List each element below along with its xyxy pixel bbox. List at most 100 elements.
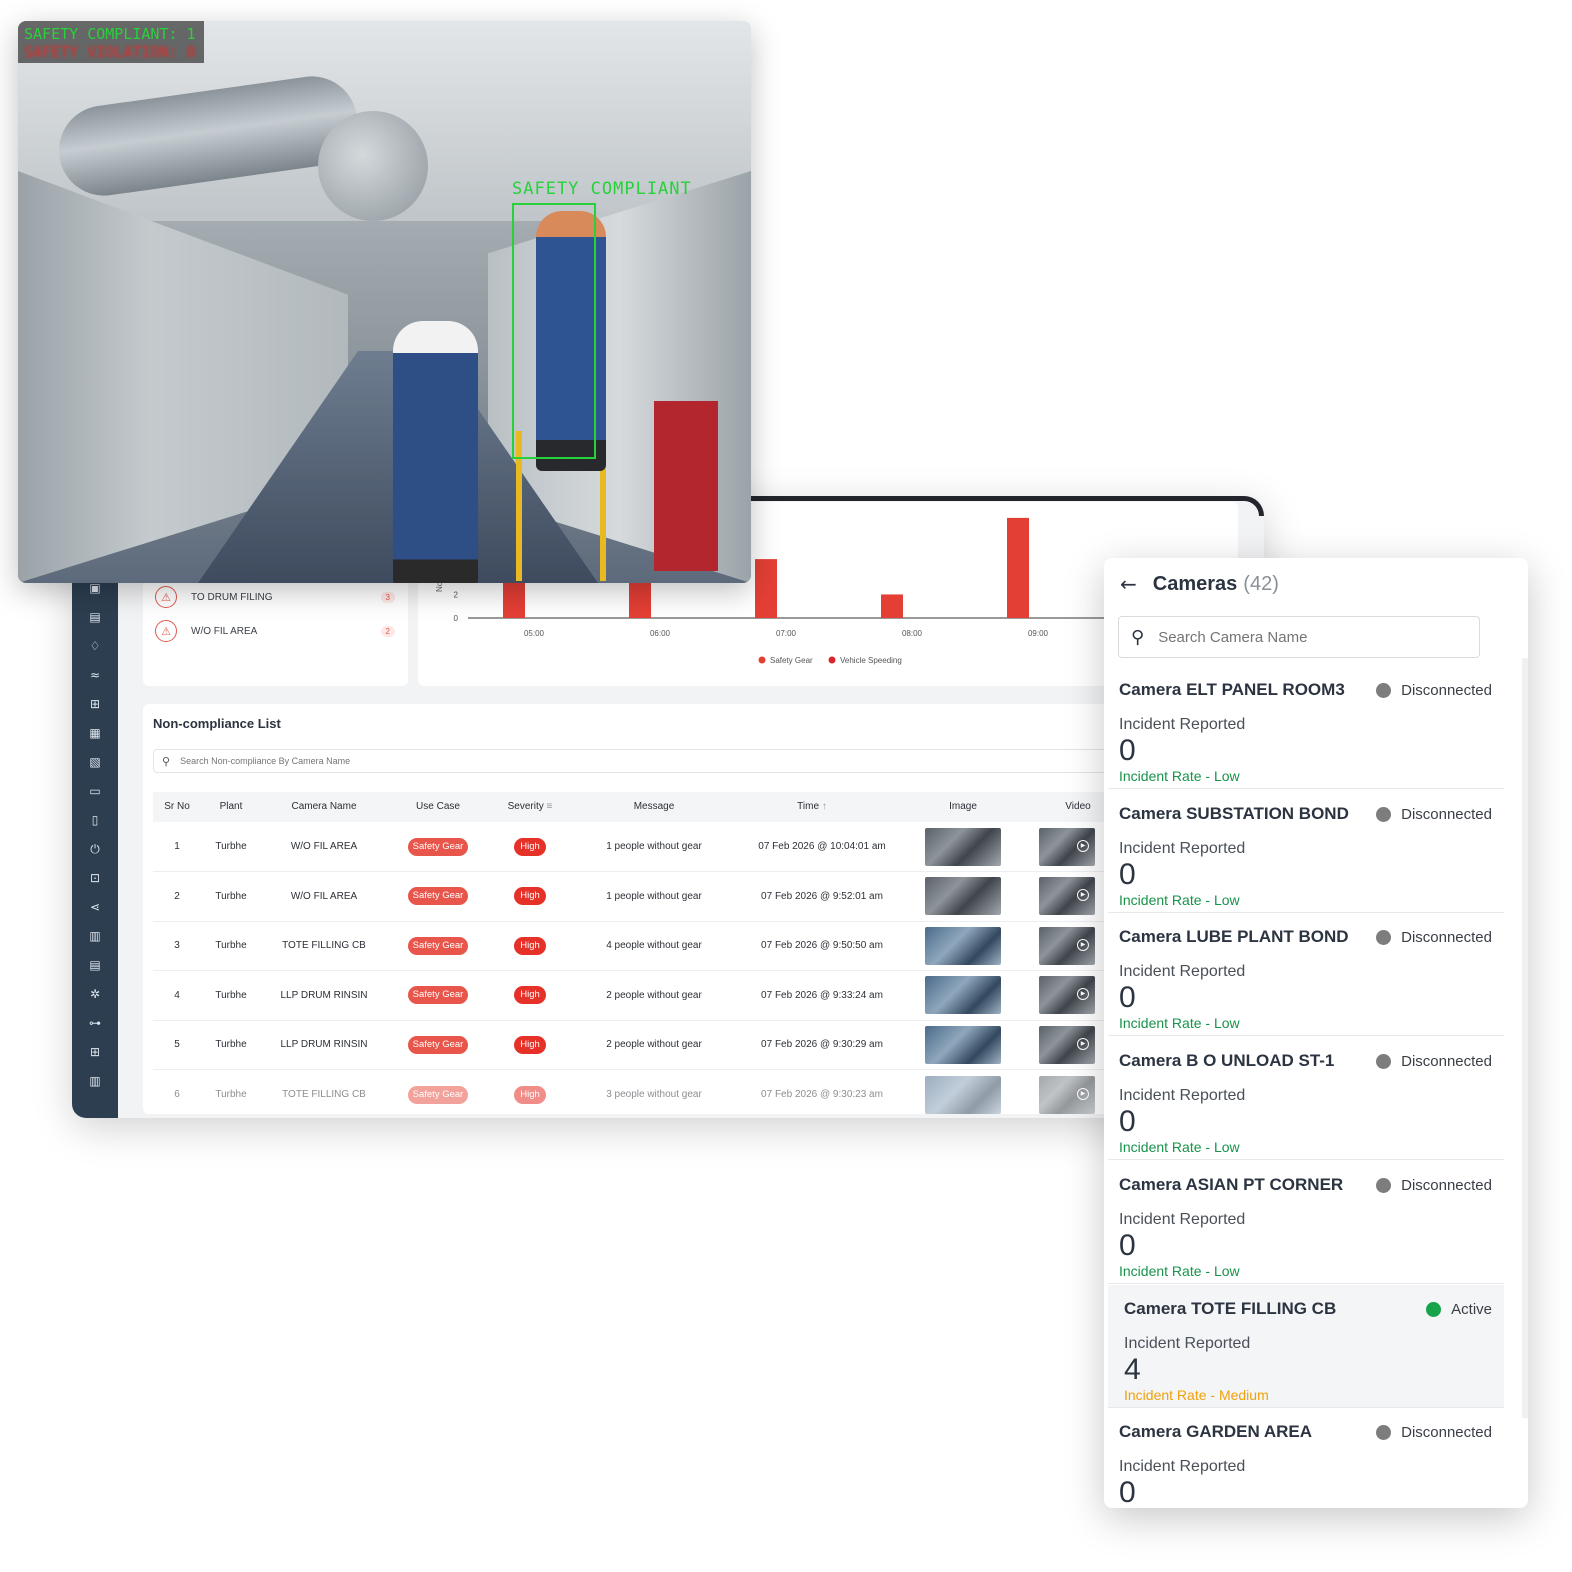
x-tick-label: 08:00 [902, 629, 923, 638]
violation-video-thumbnail[interactable]: ▶ [1039, 877, 1095, 916]
cell-time: 07 Feb 2026 @ 9:52:01 am [761, 890, 883, 902]
use-case-badge: Safety Gear [407, 887, 469, 906]
violation-image-thumbnail[interactable] [925, 976, 1001, 1015]
violation-video-thumbnail[interactable]: ▶ [1039, 1025, 1095, 1064]
cell-plant: Turbhe [215, 1039, 247, 1051]
camera-list-item[interactable]: Camera LUBE PLANT BOND Disconnected Incide… [1108, 913, 1504, 1037]
image-icon[interactable]: ▦ [87, 725, 104, 742]
bell-icon[interactable]: ♢ [87, 638, 104, 655]
violation-video-thumbnail[interactable]: ▶ [1039, 926, 1095, 965]
clipboard-icon[interactable]: ▤ [87, 957, 104, 974]
play-icon[interactable]: ▶ [1077, 988, 1089, 1001]
message-icon[interactable]: ▤ [87, 609, 104, 626]
severity-badge: High [514, 936, 546, 955]
trend-icon[interactable]: ≈ [87, 667, 104, 684]
analytics-icon[interactable]: ▥ [87, 1073, 104, 1090]
violation-image-thumbnail[interactable] [925, 1025, 1001, 1064]
monitor-icon[interactable]: ▭ [87, 783, 104, 800]
col-camera-name[interactable]: Camera Name [261, 792, 387, 822]
scrollbar[interactable] [1522, 658, 1528, 1418]
filter-icon[interactable]: ≡ [547, 801, 553, 812]
cell-use-case: Safety Gear [387, 822, 489, 871]
legend-label: Vehicle Speeding [840, 656, 902, 665]
live-camera-feed[interactable]: SAFETY COMPLIANT SAFETY COMPLIANT: 1 SAF… [18, 21, 751, 583]
violation-video-thumbnail[interactable]: ▶ [1039, 827, 1095, 866]
col-severity[interactable]: Severity ≡ [489, 792, 571, 822]
col-image[interactable]: Image [913, 792, 1013, 822]
cell-sr-no: 1 [174, 841, 180, 852]
camera-list-item[interactable]: Camera ASIAN PT CORNER Disconnected Incide… [1108, 1161, 1504, 1284]
col-severity-label: Severity [507, 801, 544, 812]
bar [1007, 517, 1029, 618]
violation-image-thumbnail[interactable] [925, 1075, 1001, 1114]
cameras-title: Cameras [1152, 572, 1238, 595]
back-arrow-icon[interactable]: ← [1120, 572, 1137, 596]
dashboard-icon[interactable]: ⊞ [87, 1044, 104, 1061]
cell-use-case: Safety Gear [387, 1070, 489, 1118]
camera-list-item[interactable]: Camera GARDEN AREA Disconnected Incident R… [1108, 1408, 1504, 1508]
cell-plant: Turbhe [215, 1089, 247, 1100]
violation-image-thumbnail[interactable] [925, 926, 1001, 965]
camera-list-item[interactable]: Camera ELT PANEL ROOM3 Disconnected Incide… [1108, 666, 1504, 789]
cell-sr-no: 4 [174, 989, 180, 1001]
play-icon[interactable]: ▶ [1077, 938, 1089, 951]
cell-message: 4 people without gear [606, 940, 702, 952]
camera-list-item[interactable]: Camera B O UNLOAD ST-1 Disconnected Incide… [1108, 1037, 1504, 1161]
gallery-icon[interactable]: ▧ [87, 754, 104, 771]
play-icon[interactable]: ▶ [1077, 839, 1089, 852]
table-row[interactable]: 5 Turbhe LLP DRUM RINSIN Safety Gear High 2 p… [153, 1020, 1243, 1071]
sort-up-icon[interactable]: ↑ [822, 801, 827, 812]
col-use-case[interactable]: Use Case [387, 792, 489, 822]
table-row[interactable]: 3 Turbhe TOTE FILLING CB Safety Gear High 4 p… [153, 921, 1243, 972]
settings-icon[interactable]: ✲ [87, 986, 104, 1003]
incident-count: 0 [1119, 1476, 1136, 1508]
violation-image-thumbnail[interactable] [925, 827, 1001, 866]
hierarchy-icon[interactable]: ⊶ [87, 1015, 104, 1032]
cell-plant: Turbhe [215, 890, 247, 902]
camera-status-label: Active [1451, 1300, 1492, 1318]
incident-count: 4 [1124, 1352, 1141, 1386]
table-row[interactable]: 2 Turbhe W/O FIL AREA Safety Gear High 1 peop… [153, 872, 1243, 922]
col-message[interactable]: Message [571, 792, 737, 822]
camera-list-item[interactable]: Camera TOTE FILLING CB Active Incident Rep… [1108, 1284, 1504, 1408]
camera-search[interactable]: ⚲ [1118, 616, 1480, 658]
share-icon[interactable]: ⋖ [87, 899, 104, 916]
incident-label: Incident Reported [1119, 963, 1246, 981]
location-alert-icon: ⚠ [155, 620, 177, 642]
play-icon[interactable]: ▶ [1077, 889, 1089, 902]
location-name: W/O FIL AREA [191, 625, 258, 637]
plug-icon[interactable]: ⏻ [87, 841, 104, 858]
incident-count: 0 [1119, 1105, 1136, 1139]
apps-icon[interactable]: ⊡ [87, 870, 104, 887]
location-item[interactable]: ⚠ TO DRUM FILING 3 [155, 586, 395, 608]
grid-icon[interactable]: ⊞ [87, 696, 104, 713]
noncompliance-search[interactable]: ⚲ [153, 749, 1233, 773]
report-icon[interactable]: ▥ [87, 928, 104, 945]
bar [629, 582, 651, 618]
incident-label: Incident Reported [1124, 1334, 1251, 1352]
dashboard-window: ▣ ▤ ♢ ≈ ⊞ ▦ ▧ ▭ ▯ ⏻ ⊡ ⋖ ▥ ▤ ✲ ⊶ ⊞ ▥ ⚠ TO… [72, 496, 1264, 1118]
camera-status-label: Disconnected [1401, 1053, 1492, 1071]
col-sr-no[interactable]: Sr No [153, 792, 201, 822]
violation-video-thumbnail[interactable]: ▶ [1039, 976, 1095, 1015]
violation-video-thumbnail[interactable]: ▶ [1039, 1075, 1095, 1114]
location-item[interactable]: ⚠ W/O FIL AREA 2 [155, 620, 395, 642]
document-icon[interactable]: ▯ [87, 812, 104, 829]
table-row[interactable]: 6 Turbhe TOTE FILLING CB Safety Gear High 3 p… [153, 1070, 1243, 1118]
camera-list-item[interactable]: Camera SUBSTATION BOND Disconnected Incide… [1108, 790, 1504, 913]
bar [503, 582, 525, 618]
noncompliance-search-input[interactable] [178, 755, 1146, 767]
col-time[interactable]: Time ↑ [737, 792, 887, 822]
noncompliance-card: Non-compliance List ⚲ Sr No Plant Camera… [143, 704, 1243, 1114]
cell-sr-no: 6 [174, 1089, 180, 1100]
table-row[interactable]: 1 Turbhe W/O FIL AREA Safety Gear High 1 peop… [153, 822, 1243, 872]
camera-search-input[interactable] [1156, 627, 1439, 647]
play-icon[interactable]: ▶ [1077, 1037, 1089, 1050]
table-row[interactable]: 4 Turbhe LLP DRUM RINSIN Safety Gear High 2 p… [153, 971, 1243, 1021]
scene-worker-seated [393, 321, 478, 583]
device-frame [716, 496, 1264, 516]
col-plant[interactable]: Plant [201, 792, 261, 822]
violation-image-thumbnail[interactable] [925, 877, 1001, 916]
play-icon[interactable]: ▶ [1077, 1087, 1089, 1100]
detection-bounding-box [512, 203, 596, 459]
